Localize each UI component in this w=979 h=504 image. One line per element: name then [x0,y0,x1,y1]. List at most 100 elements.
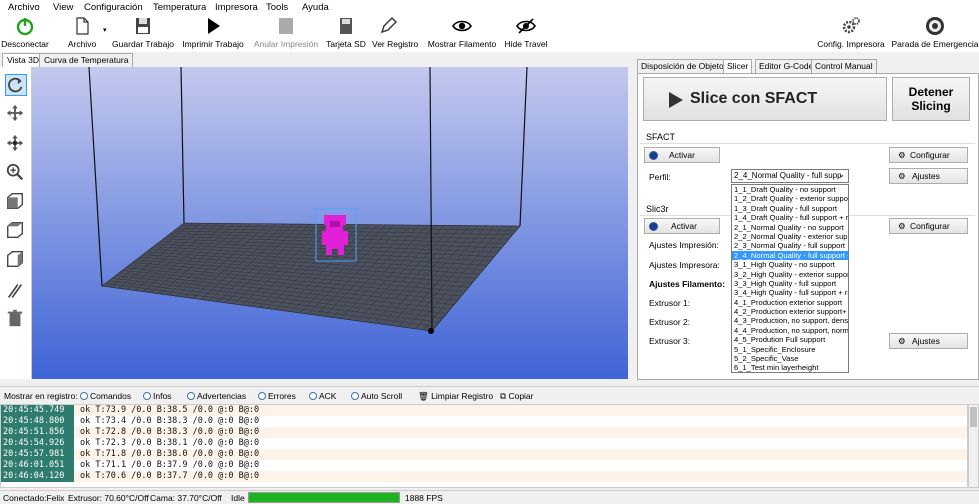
profile-option[interactable]: 1_4_Draft Quality - full support + ra [732,213,848,222]
top-view-tool[interactable] [5,220,27,242]
show-filament-button[interactable]: Mostrar Filamento [426,16,498,52]
move-object-tool[interactable] [5,133,27,155]
profile-option[interactable]: 2_1_Normal Quality - no support [732,223,848,232]
rotate-icon [8,77,23,93]
menu-configuracion[interactable]: Configuración [84,2,143,13]
move-tool[interactable] [5,103,27,125]
view-log-button-tail[interactable]: stro [404,16,424,52]
sfact-settings-button[interactable]: ⚙ Ajustes [889,168,968,184]
sfact-configure-button[interactable]: ⚙ Configurar [889,147,968,163]
3d-viewport[interactable] [32,67,628,379]
log-timestamp: 20:46:01.051 [1,460,74,471]
origin-marker [428,328,434,334]
front-view-tool[interactable] [5,191,27,213]
disconnect-button[interactable]: Desconectar [0,16,50,52]
sfact-activate-button[interactable]: Activar [644,147,720,163]
emergency-stop-button[interactable]: Parada de Emergencia [891,16,979,52]
save-job-button[interactable]: Guardar Trabajo [110,16,176,52]
radio-icon [309,392,317,400]
profile-option[interactable]: 4_2_Production exterior support+ [732,307,848,316]
play-icon [208,18,220,34]
profile-dropdown-list[interactable]: 1_1_Draft Quality - no support 1_2_Draft … [731,184,849,373]
menu-temperatura[interactable]: Temperatura [153,2,206,13]
profile-option[interactable]: 3_4_High Quality - full support + ra [732,288,848,297]
log-timestamp: 20:45:51.856 [1,427,74,438]
view-tool-dock [0,67,32,379]
profile-option[interactable]: 6_1_Test min layerheight [732,363,848,372]
parallel-view-tool[interactable] [5,281,27,303]
filter-infos[interactable]: Infos [143,391,171,401]
stop-slicing-button[interactable]: Detener Slicing [892,77,970,121]
tab-object-placement[interactable]: Disposición de Objetos [637,59,732,73]
profile-option[interactable]: 3_1_High Quality - no support [732,260,848,269]
profile-option[interactable]: 3_3_High Quality - full support [732,279,848,288]
move-object-icon [6,134,24,152]
filter-errors[interactable]: Errores [258,391,296,401]
print-job-button[interactable]: Imprimir Trabajo [179,16,247,52]
connection-status: Conectado:Felix [3,493,65,503]
profile-option[interactable]: 1_2_Draft Quality - exterior suppor [732,194,848,203]
log-row: 20:45:45.749 ok T:73.9 /0.0 B:38.5 /0.0 @… [1,405,967,416]
menu-ayuda[interactable]: Ayuda [302,2,329,13]
eye-icon [452,20,472,32]
cancel-print-button[interactable]: Anular Impresión [251,16,321,52]
hide-travel-button[interactable]: Hide Travel [502,16,550,52]
log-timestamp: 20:46:04.120 [1,471,74,482]
slic3r-settings-button[interactable]: ⚙ Ajustes [889,333,968,349]
log-scrollbar[interactable] [968,404,979,488]
parallel-lines-icon [7,284,23,298]
side-view-tool[interactable] [5,249,27,271]
profile-option[interactable]: 4_1_Production exterior support [732,298,848,307]
radio-icon [351,392,359,400]
profile-option[interactable]: 4_3_Production, no support, dens [732,316,848,325]
extruder-status: Extrusor: 70.60°C/Off [68,493,149,503]
profile-option[interactable]: 2_3_Normal Quality - full support [732,241,848,250]
menu-bar: Archivo View Configuración Temperatura I… [0,0,979,16]
tab-manual-control[interactable]: Control Manual [811,59,877,73]
progress-fill [249,493,399,502]
scrollbar-thumb[interactable] [970,407,977,427]
file-button[interactable]: Archivo [62,16,102,52]
profile-option[interactable]: 1_1_Draft Quality - no support [732,185,848,194]
profile-option[interactable]: 2_4_Normal Quality - full support + [732,250,848,261]
view-log-button[interactable]: Ver Regi [371,16,404,52]
log-timestamp: 20:45:45.749 [1,405,74,416]
clear-log-button[interactable]: 🗑 Limpiar Registro [418,391,493,402]
tab-gcode-editor[interactable]: Editor G-Code [755,59,818,73]
copy-log-button[interactable]: ⧉ Copiar [500,391,534,402]
log-row: 20:45:48.800 ok T:73.4 /0.0 B:38.3 /0.0 @… [1,416,967,427]
profile-option[interactable]: 3_2_High Quality - exterior suppor [732,270,848,279]
tab-slicer[interactable]: Slicer [723,59,753,73]
toggle-autoscroll[interactable]: Auto Scroll [351,391,402,401]
printer-settings-label: Ajustes Impresora: [649,260,720,270]
slice-sfact-button[interactable]: Slice con SFACT [643,77,887,121]
profile-option[interactable]: 4_5_Prodution Full support [732,335,848,344]
profile-option[interactable]: 1_3_Draft Quality - full support [732,204,848,213]
profile-option[interactable]: 5_2_Specific_Vase [732,354,848,363]
log-message: ok T:72.8 /0.0 B:38.3 /0.0 @:0 B@:0 [80,427,260,437]
slic3r-activate-button[interactable]: Activar [644,218,720,234]
filter-warnings[interactable]: Advertencias [187,391,246,401]
profile-option[interactable]: 5_1_Specific_Enclosure [732,345,848,354]
tab-3d-view[interactable]: Vista 3D [2,53,44,68]
log-message: ok T:71.1 /0.0 B:37.9 /0.0 @:0 B@:0 [80,460,260,470]
profile-option[interactable]: 4_4_Production, no support, norm [732,326,848,335]
menu-archivo[interactable]: Archivo [8,2,40,13]
chevron-down-icon[interactable]: ▾ [103,26,107,34]
sd-card-button[interactable]: Tarjeta SD [324,16,368,52]
menu-impresora[interactable]: Impresora [215,2,258,13]
filter-commands[interactable]: Comandos [80,391,131,401]
log-timestamp: 20:45:57.981 [1,449,74,460]
profile-select[interactable]: 2_4_Normal Quality - full supp ⌄ [731,169,849,183]
profile-option[interactable]: 2_2_Normal Quality - exterior supp [732,232,848,241]
menu-view[interactable]: View [53,2,73,13]
zoom-tool[interactable] [5,162,27,184]
log-list[interactable]: 20:45:45.749 ok T:73.9 /0.0 B:38.5 /0.0 @… [0,404,968,488]
delete-tool[interactable] [5,308,27,330]
filter-ack[interactable]: ACK [309,391,336,401]
rotate-tool[interactable] [5,74,27,96]
slic3r-configure-button[interactable]: ⚙ Configurar [889,218,968,234]
printer-config-button[interactable]: Config. Impresora [815,16,887,52]
tab-temperature-curve[interactable]: Curva de Temperatura [39,53,134,67]
menu-tools[interactable]: Tools [266,2,288,13]
